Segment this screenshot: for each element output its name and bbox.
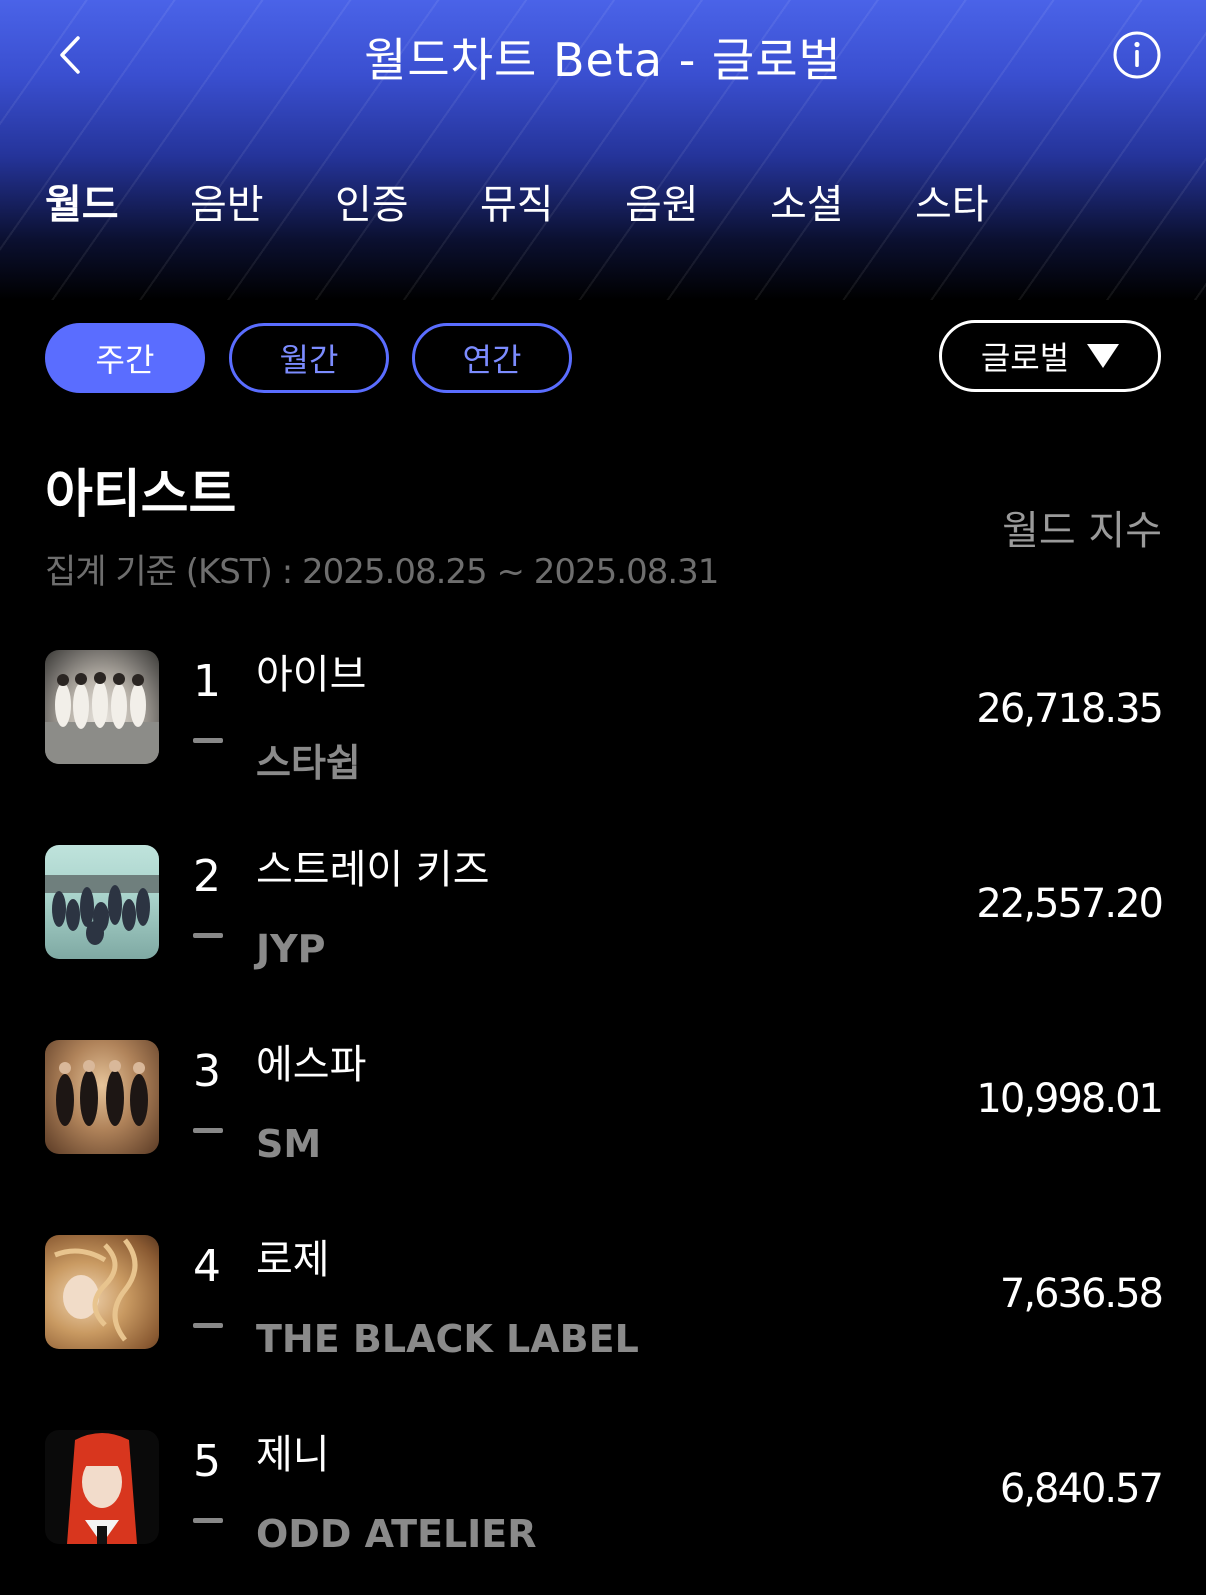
artist-row[interactable]: 5 제니 ODD ATELIER 6,840.57 [0, 1430, 1206, 1590]
rank-unchanged-icon [193, 738, 223, 743]
artist-agency: THE BLACK LABEL [256, 1317, 639, 1361]
artist-row[interactable]: 1 아이브 스타쉽 26,718.35 [0, 650, 1206, 810]
tab-certification[interactable]: 인증 [335, 172, 409, 230]
artist-thumbnail [45, 1430, 159, 1544]
artist-thumbnail [45, 1235, 159, 1349]
tab-album[interactable]: 음반 [190, 172, 264, 230]
world-score: 22,557.20 [976, 881, 1164, 927]
artist-name: 로제 [256, 1237, 330, 1283]
tab-digital[interactable]: 음원 [625, 172, 699, 230]
artist-agency: 스타쉽 [256, 741, 361, 785]
info-circle-icon[interactable] [1112, 30, 1162, 80]
tab-music[interactable]: 뮤직 [480, 172, 554, 230]
artist-name: 에스파 [256, 1042, 367, 1088]
artist-row[interactable]: 3 에스파 SM 10,998.01 [0, 1040, 1206, 1200]
period-monthly-button[interactable]: 월간 [229, 323, 389, 393]
artist-name: 제니 [256, 1432, 330, 1478]
artist-thumbnail [45, 650, 159, 764]
triangle-down-icon [1087, 344, 1120, 368]
metric-label: 월드 지수 [1002, 508, 1162, 554]
period-weekly-button[interactable]: 주간 [45, 323, 205, 393]
region-dropdown[interactable]: 글로벌 [939, 320, 1161, 392]
rank-unchanged-icon [193, 1128, 223, 1133]
artist-agency: JYP [256, 927, 326, 971]
artist-agency: ODD ATELIER [256, 1512, 537, 1556]
rank-number: 1 [193, 656, 221, 707]
world-score: 10,998.01 [976, 1076, 1164, 1122]
rank-unchanged-icon [193, 1518, 223, 1523]
world-score: 6,840.57 [999, 1466, 1164, 1512]
artist-agency: SM [256, 1122, 322, 1166]
header: 월드차트 Beta - 글로벌 월드 음반 인증 뮤직 음원 소셜 스타 [0, 0, 1206, 300]
artist-thumbnail [45, 1040, 159, 1154]
world-score: 26,718.35 [976, 686, 1164, 732]
rank-number: 3 [193, 1046, 221, 1097]
section-title: 아티스트 [45, 465, 237, 525]
category-tabs: 월드 음반 인증 뮤직 음원 소셜 스타 [0, 172, 1206, 232]
rank-number: 5 [193, 1436, 221, 1487]
chevron-left-icon[interactable] [50, 28, 90, 82]
artist-name: 아이브 [256, 652, 367, 698]
rank-unchanged-icon [193, 1323, 223, 1328]
rank-unchanged-icon [193, 933, 223, 938]
world-score: 7,636.58 [999, 1271, 1164, 1317]
period-yearly-button[interactable]: 연간 [412, 323, 572, 393]
tab-world[interactable]: 월드 [45, 172, 119, 230]
artist-row[interactable]: 4 로제 THE BLACK LABEL 7,636.58 [0, 1235, 1206, 1395]
aggregation-period: 집계 기준 (KST) : 2025.08.25 ~ 2025.08.31 [45, 552, 719, 592]
artist-name: 스트레이 키즈 [256, 847, 490, 893]
page-title: 월드차트 Beta - 글로벌 [364, 33, 842, 87]
region-dropdown-value: 글로벌 [980, 339, 1070, 377]
rank-number: 2 [193, 851, 221, 902]
rank-number: 4 [193, 1241, 221, 1292]
artist-thumbnail [45, 845, 159, 959]
tab-star[interactable]: 스타 [915, 172, 989, 230]
artist-row[interactable]: 2 스트레이 키즈 JYP 22,557.20 [0, 845, 1206, 1005]
tab-social[interactable]: 소셜 [770, 172, 844, 230]
